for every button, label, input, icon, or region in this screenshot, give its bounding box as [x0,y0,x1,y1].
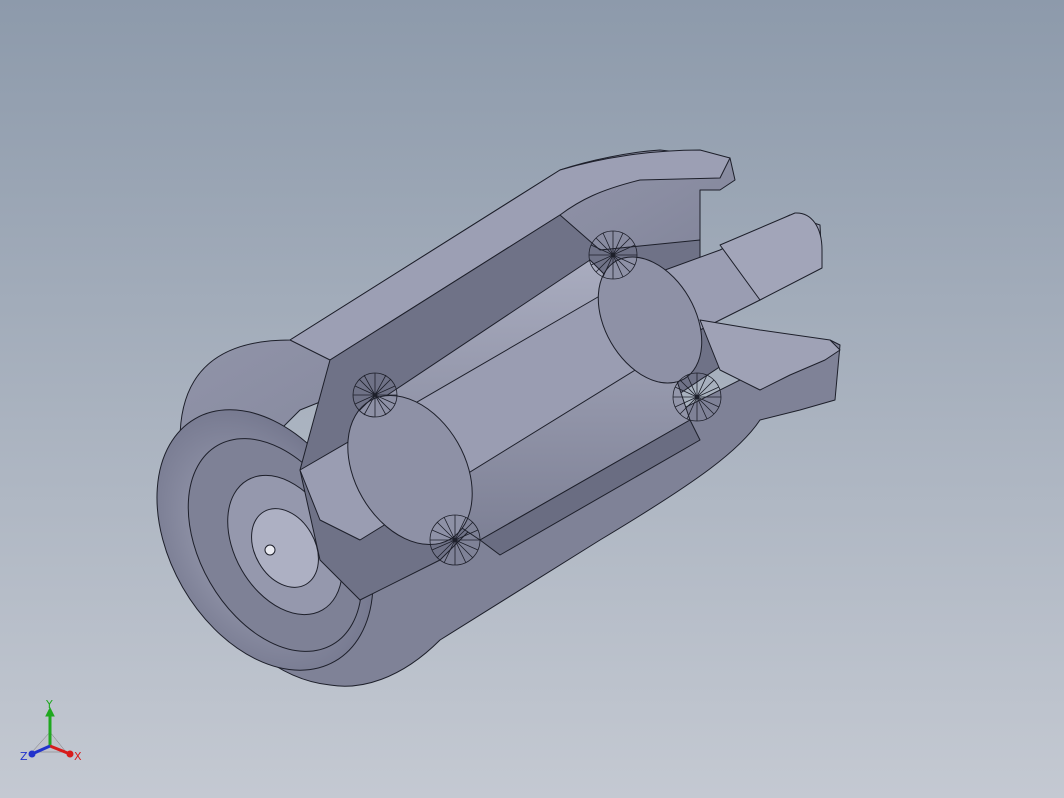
winding-front-upper [352,372,398,418]
x-axis-tip [66,750,74,758]
motor-assembly-section-view[interactable] [0,0,1064,798]
x-axis-label: X [74,750,82,763]
winding-rear-lower [672,372,722,422]
graphics-viewport[interactable]: Y X Z [0,0,1064,798]
y-axis-label: Y [45,700,53,711]
z-axis-label: Z [20,750,28,763]
shaft-center-hole [264,544,276,556]
winding-rear-upper [588,230,638,280]
z-axis-tip [28,750,36,758]
winding-front-lower [429,514,481,566]
view-orientation-triad[interactable]: Y X Z [18,700,88,770]
